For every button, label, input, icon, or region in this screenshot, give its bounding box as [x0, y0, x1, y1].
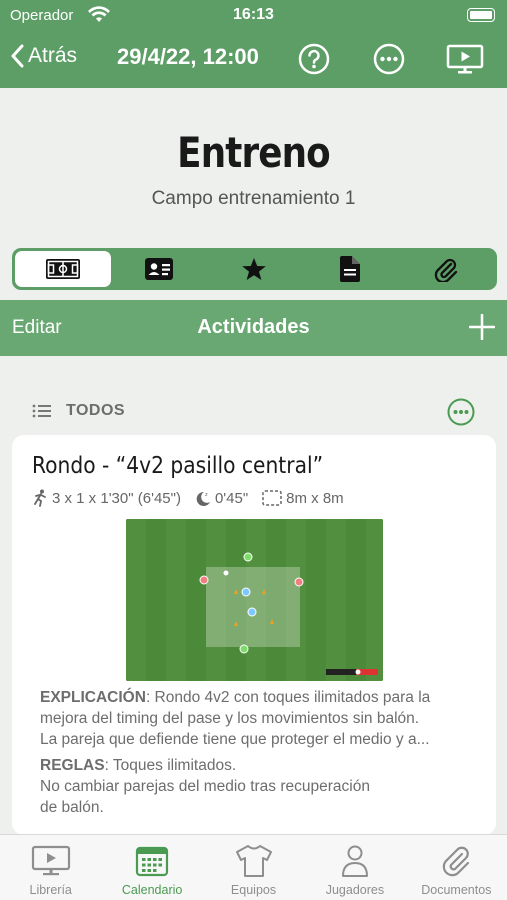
question-circle-icon	[298, 43, 330, 75]
session-date: 29/4/22, 12:00	[117, 44, 259, 69]
plus-icon	[468, 313, 496, 341]
tab-library[interactable]: Librería	[0, 835, 101, 900]
segment-favorites[interactable]	[207, 251, 303, 287]
shirt-icon	[235, 845, 272, 877]
id-card-icon	[144, 258, 173, 280]
activities-title: Actividades	[197, 316, 310, 338]
activity-meta: 3 x 1 x 1'30" (6'45") z 0'45" 8m x 8m	[32, 489, 358, 507]
segment-players-card[interactable]	[111, 251, 207, 287]
document-icon	[340, 256, 361, 282]
activity-rest: 0'45"	[214, 489, 249, 507]
section-header: TODOS	[32, 398, 482, 426]
ellipsis-circle-icon	[373, 43, 405, 75]
svg-text:z: z	[205, 492, 208, 498]
section-label: TODOS	[66, 402, 126, 419]
tab-label-library: Librería	[29, 883, 72, 897]
navigation-bar: Atrás 29/4/22, 12:00	[0, 32, 507, 88]
pitch-icon	[45, 259, 80, 279]
explanation-line-2: mejora del timing del pase y los movimie…	[40, 710, 420, 727]
more-options-button[interactable]	[373, 43, 405, 75]
activities-toolbar: Editar Actividades	[0, 300, 507, 356]
ellipsis-circle-icon	[447, 398, 475, 426]
location-subtitle: Campo entrenamiento 1	[151, 188, 356, 209]
activity-title: Rondo - “4v2 pasillo central”	[32, 453, 324, 479]
person-icon	[341, 845, 368, 877]
list-icon	[32, 403, 52, 424]
running-person-icon	[34, 489, 46, 507]
rules-label: REGLAS	[40, 757, 105, 774]
play-screen-icon	[31, 845, 70, 876]
tab-documents[interactable]: Documentos	[406, 835, 507, 900]
tab-teams[interactable]: Equipos	[203, 835, 304, 900]
tab-calendar[interactable]: Calendario	[101, 835, 202, 900]
segment-attachments[interactable]	[398, 251, 494, 287]
star-icon	[242, 258, 267, 280]
explanation-label: EXPLICACIÓN	[40, 689, 146, 706]
back-label: Atrás	[28, 44, 78, 67]
activity-card[interactable]: Rondo - “4v2 pasillo central” 3 x 1 x 1'…	[12, 435, 496, 835]
explanation-line-1: EXPLICACIÓN: Rondo 4v2 con toques ilimit…	[40, 687, 430, 708]
explanation-line-3: La pareja que defiende tiene que protege…	[40, 731, 430, 748]
present-button[interactable]	[446, 43, 484, 75]
tab-bar: Librería Calendario Equipos Jugadores Do…	[0, 834, 507, 900]
drill-diagram[interactable]	[126, 519, 383, 681]
paperclip-icon	[443, 846, 470, 877]
tab-players[interactable]: Jugadores	[304, 835, 405, 900]
page-title: Entreno	[177, 128, 331, 177]
explanation-text-1: : Rondo 4v2 con toques ilimitados para l…	[145, 689, 431, 706]
clock-label: 16:13	[233, 6, 274, 23]
segment-pitch[interactable]	[15, 251, 111, 287]
help-button[interactable]	[298, 43, 330, 75]
section-more-button[interactable]	[447, 398, 475, 431]
calendar-icon	[136, 846, 169, 877]
segment-documents[interactable]	[302, 251, 398, 287]
rules-line-1: REGLAS: Toques ilimitados.	[40, 755, 236, 776]
back-button[interactable]: Atrás	[10, 44, 77, 68]
play-screen-icon	[446, 44, 484, 74]
rules-text-1: : Toques ilimitados.	[104, 757, 237, 774]
battery-icon	[467, 8, 495, 22]
area-dashed-icon	[262, 490, 282, 506]
tab-label-teams: Equipos	[230, 883, 277, 897]
rules-line-3: de balón.	[40, 799, 104, 816]
activity-series: 3 x 1 x 1'30" (6'45")	[52, 489, 181, 507]
paperclip-icon	[434, 258, 458, 282]
tab-label-players: Jugadores	[325, 883, 385, 897]
rules-line-2: No cambiar parejas del medio tras recupe…	[40, 778, 370, 795]
activity-area: 8m x 8m	[286, 489, 344, 507]
chevron-left-icon	[11, 44, 24, 68]
tab-label-calendar: Calendario	[121, 883, 183, 897]
session-header: Entreno Campo entrenamiento 1	[0, 88, 507, 248]
section-segmented-control	[12, 248, 497, 290]
add-activity-button[interactable]	[468, 313, 496, 345]
tab-label-documents: Documentos	[421, 883, 492, 897]
status-bar: Operador 16:13	[0, 0, 507, 32]
rest-moon-icon: z	[196, 491, 210, 506]
